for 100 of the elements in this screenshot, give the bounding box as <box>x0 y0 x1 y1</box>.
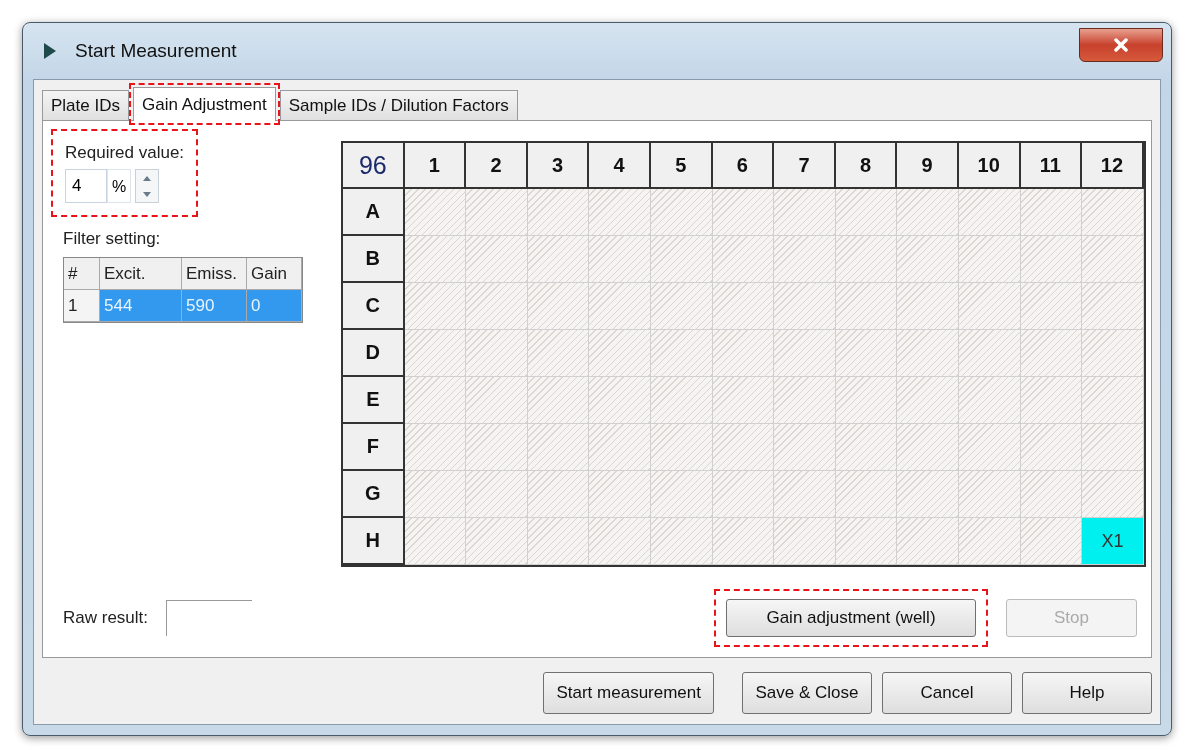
well[interactable] <box>650 330 713 377</box>
well[interactable] <box>958 471 1021 518</box>
dialog-button[interactable]: Cancel <box>882 672 1012 714</box>
well[interactable]: X1 <box>1082 518 1144 565</box>
required-value-field[interactable]: 4 <box>65 169 107 203</box>
well[interactable] <box>466 236 528 283</box>
well[interactable] <box>650 518 713 565</box>
column-header[interactable]: 3 <box>527 143 590 189</box>
well[interactable] <box>712 283 775 330</box>
well[interactable] <box>1020 518 1083 565</box>
well[interactable] <box>404 471 467 518</box>
column-header[interactable]: 2 <box>466 143 528 189</box>
well[interactable] <box>404 424 467 471</box>
well[interactable] <box>1020 189 1083 236</box>
dialog-button[interactable]: Help <box>1022 672 1152 714</box>
well[interactable] <box>589 330 651 377</box>
well[interactable] <box>1020 424 1083 471</box>
well[interactable] <box>466 518 528 565</box>
row-header[interactable]: G <box>343 471 405 518</box>
well[interactable] <box>774 471 836 518</box>
close-button[interactable] <box>1079 28 1163 62</box>
well[interactable] <box>650 424 713 471</box>
well[interactable] <box>958 424 1021 471</box>
well[interactable] <box>527 236 590 283</box>
well[interactable] <box>1020 236 1083 283</box>
well[interactable] <box>527 424 590 471</box>
well[interactable] <box>1082 377 1144 424</box>
well[interactable] <box>897 471 959 518</box>
well[interactable] <box>466 330 528 377</box>
well[interactable] <box>589 518 651 565</box>
column-header[interactable]: 7 <box>774 143 836 189</box>
well[interactable] <box>527 377 590 424</box>
row-header[interactable]: B <box>343 236 405 283</box>
well[interactable] <box>466 424 528 471</box>
well[interactable] <box>897 330 959 377</box>
column-header[interactable]: 8 <box>835 143 898 189</box>
well[interactable] <box>466 471 528 518</box>
well[interactable] <box>958 330 1021 377</box>
well[interactable] <box>712 189 775 236</box>
well[interactable] <box>958 283 1021 330</box>
well[interactable] <box>835 189 898 236</box>
row-header[interactable]: E <box>343 377 405 424</box>
column-header[interactable]: 1 <box>404 143 467 189</box>
well[interactable] <box>1082 471 1144 518</box>
column-header[interactable]: 4 <box>589 143 651 189</box>
well[interactable] <box>650 236 713 283</box>
well[interactable] <box>712 471 775 518</box>
well[interactable] <box>835 424 898 471</box>
column-header[interactable]: 9 <box>897 143 959 189</box>
well[interactable] <box>958 377 1021 424</box>
column-header[interactable]: 6 <box>712 143 775 189</box>
well[interactable] <box>897 518 959 565</box>
well[interactable] <box>1082 189 1144 236</box>
well[interactable] <box>1082 330 1144 377</box>
well[interactable] <box>1082 236 1144 283</box>
tab[interactable]: Sample IDs / Dilution Factors <box>279 90 518 120</box>
well[interactable] <box>774 283 836 330</box>
well[interactable] <box>404 377 467 424</box>
well[interactable] <box>650 283 713 330</box>
well[interactable] <box>589 283 651 330</box>
well[interactable] <box>835 518 898 565</box>
well[interactable] <box>466 189 528 236</box>
well[interactable] <box>527 471 590 518</box>
well[interactable] <box>404 330 467 377</box>
well[interactable] <box>958 518 1021 565</box>
well[interactable] <box>589 189 651 236</box>
well[interactable] <box>712 330 775 377</box>
well[interactable] <box>958 236 1021 283</box>
action-button[interactable]: Gain adjustment (well) <box>726 599 976 637</box>
well[interactable] <box>1020 471 1083 518</box>
well[interactable] <box>897 189 959 236</box>
well[interactable] <box>774 377 836 424</box>
dialog-button[interactable]: Start measurement <box>543 672 714 714</box>
well[interactable] <box>589 424 651 471</box>
row-header[interactable]: A <box>343 189 405 236</box>
well[interactable] <box>589 377 651 424</box>
row-header[interactable]: D <box>343 330 405 377</box>
well[interactable] <box>774 236 836 283</box>
well[interactable] <box>527 283 590 330</box>
well[interactable] <box>1020 330 1083 377</box>
spin-buttons[interactable] <box>135 169 159 203</box>
tab[interactable]: Plate IDs <box>42 90 129 120</box>
well[interactable] <box>589 471 651 518</box>
well[interactable] <box>712 518 775 565</box>
column-header[interactable]: 5 <box>650 143 713 189</box>
well[interactable] <box>466 283 528 330</box>
well[interactable] <box>835 471 898 518</box>
well[interactable] <box>835 330 898 377</box>
well[interactable] <box>650 377 713 424</box>
well[interactable] <box>774 330 836 377</box>
column-header[interactable]: 10 <box>958 143 1021 189</box>
well[interactable] <box>1020 283 1083 330</box>
well[interactable] <box>774 518 836 565</box>
well[interactable] <box>835 377 898 424</box>
row-header[interactable]: C <box>343 283 405 330</box>
well[interactable] <box>897 424 959 471</box>
well[interactable] <box>1082 424 1144 471</box>
well[interactable] <box>835 283 898 330</box>
well[interactable] <box>404 518 467 565</box>
row-header[interactable]: F <box>343 424 405 471</box>
